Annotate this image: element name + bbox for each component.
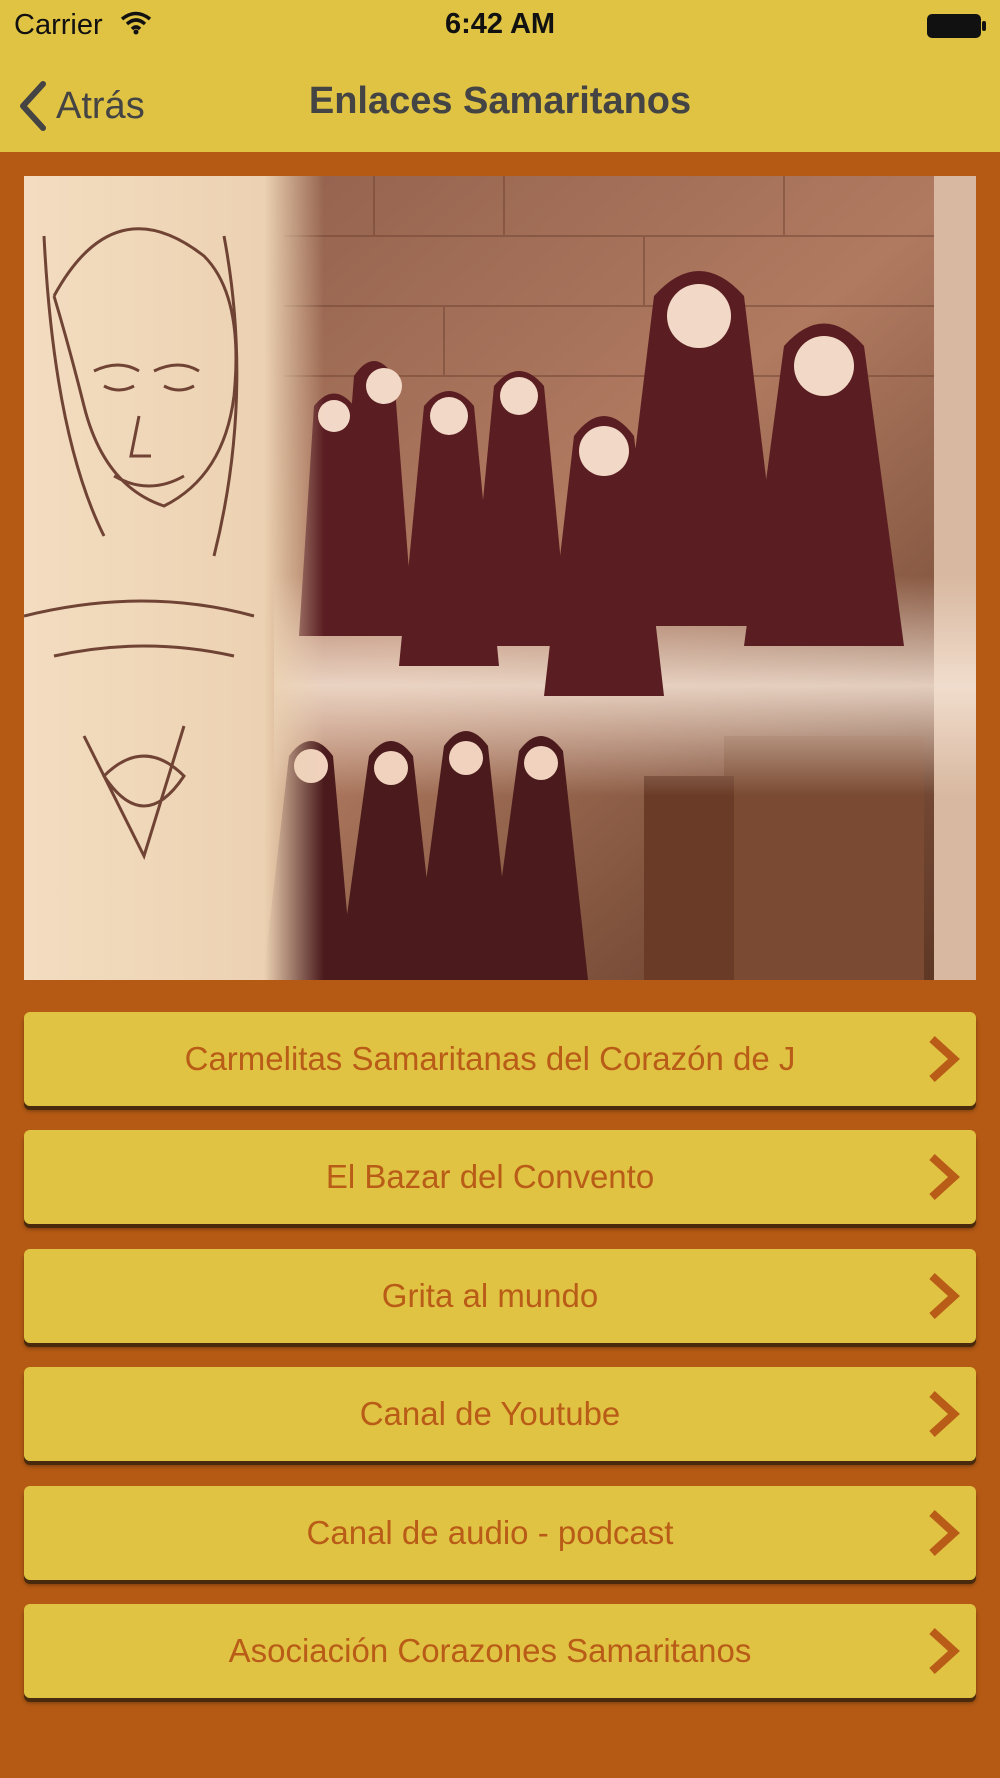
link-label: Canal de Youtube bbox=[359, 1395, 621, 1432]
link-label: Carmelitas Samaritanas del Corazón de J bbox=[184, 1040, 796, 1077]
banner-image bbox=[24, 176, 976, 980]
link-button-asociacion[interactable]: Asociación Corazones Samaritanos bbox=[24, 1604, 976, 1698]
status-time: 6:42 AM bbox=[444, 8, 556, 40]
chevron-right-icon bbox=[926, 1035, 962, 1088]
chevron-right-icon bbox=[926, 1627, 962, 1680]
link-button-podcast[interactable]: Canal de audio - podcast bbox=[24, 1486, 976, 1580]
battery-icon bbox=[926, 13, 988, 47]
link-button-youtube[interactable]: Canal de Youtube bbox=[24, 1367, 976, 1461]
link-button-grita[interactable]: Grita al mundo bbox=[24, 1249, 976, 1343]
chevron-right-icon bbox=[926, 1153, 962, 1206]
link-label: Grita al mundo bbox=[381, 1277, 599, 1314]
link-button-carmelitas[interactable]: Carmelitas Samaritanas del Corazón de J bbox=[24, 1012, 976, 1106]
navigation-bar: Atrás Enlaces Samaritanos bbox=[0, 56, 1000, 152]
link-label: El Bazar del Convento bbox=[325, 1158, 655, 1195]
link-button-bazar[interactable]: El Bazar del Convento bbox=[24, 1130, 976, 1224]
link-label: Canal de audio - podcast bbox=[306, 1514, 674, 1551]
chevron-right-icon bbox=[926, 1509, 962, 1562]
status-bar: Carrier 6:42 AM bbox=[0, 0, 1000, 50]
chevron-right-icon bbox=[926, 1272, 962, 1325]
top-bar: Carrier 6:42 AM Atrás Enlaces Samaritano… bbox=[0, 0, 1000, 152]
link-label: Asociación Corazones Samaritanos bbox=[228, 1632, 752, 1669]
page-title: Enlaces Samaritanos bbox=[308, 80, 692, 122]
chevron-right-icon bbox=[926, 1390, 962, 1443]
